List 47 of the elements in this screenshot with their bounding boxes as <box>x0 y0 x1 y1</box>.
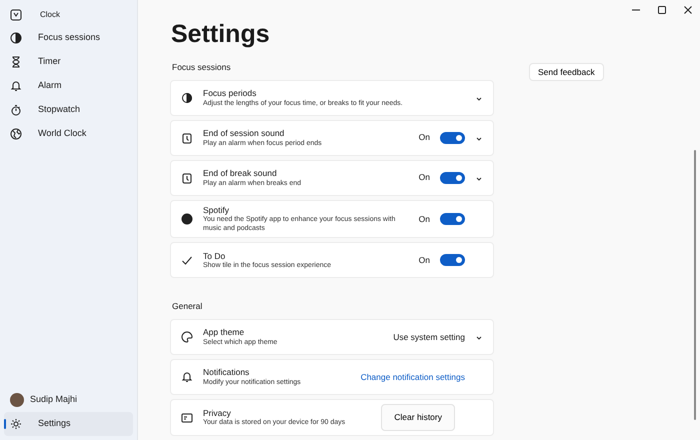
privacy-icon <box>181 412 193 424</box>
nav-item[interactable]: Stopwatch <box>4 98 133 122</box>
page-title: Settings <box>171 22 271 47</box>
setting-title: End of break sound <box>203 168 278 179</box>
focus-icon <box>10 32 22 44</box>
setting-title: Spotify <box>203 204 230 216</box>
nav-item[interactable]: Alarm <box>4 74 133 98</box>
bell-icon <box>181 371 193 384</box>
toggle-switch[interactable] <box>440 213 465 226</box>
focus-icon <box>181 92 193 104</box>
bell-icon <box>10 80 22 92</box>
setting-title: Privacy <box>203 408 231 418</box>
setting-title: End of session sound <box>203 128 286 139</box>
nav-item[interactable]: World Clock <box>4 122 133 146</box>
check-icon <box>181 254 193 266</box>
app-title: Clock <box>40 9 60 21</box>
toggle-state: On <box>418 212 430 226</box>
send-feedback-button[interactable]: Send feedback <box>529 63 604 81</box>
toggle-state: On <box>418 171 430 184</box>
toggle-switch[interactable] <box>440 132 465 144</box>
hourglass-icon <box>10 56 22 68</box>
scrollbar[interactable] <box>694 150 696 420</box>
avatar <box>10 393 24 407</box>
palette-icon <box>181 331 193 344</box>
toggle-switch[interactable] <box>440 254 465 266</box>
setting-title: App theme <box>203 327 246 338</box>
close-icon[interactable] <box>682 4 694 16</box>
alarm-clock-icon <box>181 132 193 144</box>
toggle-state: On <box>418 131 430 144</box>
maximize-icon[interactable] <box>656 4 668 16</box>
toggle-state: On <box>418 254 430 267</box>
user-profile[interactable]: Sudip Majhi <box>4 388 133 412</box>
nav-item[interactable]: Focus sessions <box>4 26 133 50</box>
setting-title: To Do <box>203 250 226 262</box>
section-heading: Focus sessions <box>172 61 232 74</box>
setting-title: Notifications <box>203 367 250 378</box>
toggle-switch[interactable] <box>440 172 465 184</box>
notification-settings-link[interactable]: Change notification settings <box>360 370 465 384</box>
globe-icon <box>10 128 22 140</box>
clear-history-button[interactable]: Clear history <box>381 404 455 431</box>
dropdown-value[interactable]: Use system setting <box>393 330 465 344</box>
setting-title: Focus periods <box>203 88 258 99</box>
section-heading: General <box>172 300 204 314</box>
alarm-clock-icon <box>181 172 193 184</box>
stopwatch-icon <box>10 104 22 116</box>
nav-item[interactable]: Timer <box>4 50 133 74</box>
nav-item[interactable]: Settings <box>4 412 133 436</box>
